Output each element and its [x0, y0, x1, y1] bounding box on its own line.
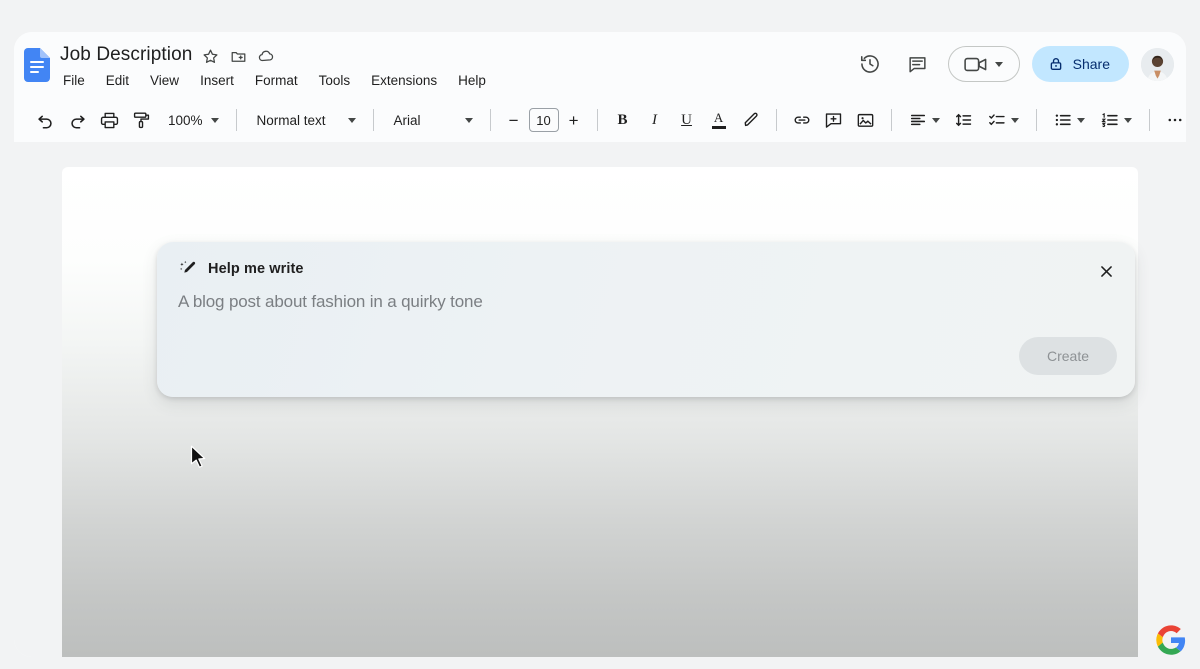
line-spacing-icon[interactable] — [949, 105, 979, 135]
checklist-icon[interactable] — [981, 105, 1026, 135]
divider — [1035, 109, 1037, 131]
underline-button[interactable]: U — [672, 105, 702, 135]
highlight-pen-icon[interactable] — [736, 105, 766, 135]
font-size-input[interactable]: 10 — [528, 108, 559, 132]
font-family-selector[interactable]: Arial — [384, 105, 480, 135]
menu-bar: File Edit View Insert Format Tools Exten… — [60, 70, 488, 92]
text-color-label: A — [713, 110, 724, 125]
zoom-value: 100% — [168, 112, 203, 128]
document-page[interactable]: Help me write Create — [62, 167, 1138, 657]
paragraph-style-selector[interactable]: Normal text — [247, 105, 363, 135]
menu-item-view[interactable]: View — [148, 71, 181, 91]
help-me-write-card: Help me write Create — [157, 242, 1135, 397]
menu-item-help[interactable]: Help — [456, 71, 488, 91]
screen: Job Description File Edit View Insert Fo… — [0, 0, 1200, 669]
menu-item-format[interactable]: Format — [253, 71, 300, 91]
underline-label: U — [681, 111, 692, 128]
mouse-cursor — [190, 445, 210, 471]
close-icon[interactable] — [1091, 256, 1121, 286]
divider — [372, 109, 374, 131]
menu-item-file[interactable]: File — [61, 71, 87, 91]
app-header: Job Description File Edit View Insert Fo… — [14, 32, 1186, 98]
create-button[interactable]: Create — [1018, 337, 1117, 375]
share-label: Share — [1072, 56, 1110, 72]
divider — [235, 109, 237, 131]
help-me-write-label: Help me write — [208, 261, 304, 277]
chevron-down-icon[interactable] — [1076, 117, 1085, 123]
divider — [489, 109, 491, 131]
chevron-down-icon[interactable] — [1010, 117, 1019, 123]
undo-icon[interactable] — [30, 105, 60, 135]
divider — [890, 109, 892, 131]
print-icon[interactable] — [94, 105, 124, 135]
chevron-down-icon[interactable] — [210, 117, 219, 123]
insert-link-icon[interactable] — [787, 105, 817, 135]
insert-image-icon[interactable] — [851, 105, 881, 135]
numbered-list-icon[interactable] — [1094, 105, 1139, 135]
share-button[interactable]: Share — [1031, 46, 1129, 82]
title-row: Job Description — [60, 42, 488, 68]
chevron-down-icon[interactable] — [995, 61, 1004, 67]
page-title[interactable]: Job Description — [60, 44, 192, 66]
chevron-down-icon[interactable] — [347, 117, 356, 123]
more-options-icon[interactable] — [1160, 105, 1186, 135]
paragraph-style-value: Normal text — [256, 112, 326, 128]
divider — [775, 109, 777, 131]
decrease-font-size-button[interactable]: − — [501, 107, 527, 133]
magic-pen-icon — [179, 260, 197, 278]
add-comment-icon[interactable] — [819, 105, 849, 135]
font-family-value: Arial — [393, 112, 421, 128]
bold-label: B — [617, 111, 628, 128]
google-g-logo — [1156, 625, 1186, 655]
docs-file-icon[interactable] — [24, 48, 50, 82]
formatting-toolbar: 100% Normal text Arial − 10 + B I U A — [14, 98, 1186, 142]
help-me-write-header: Help me write — [179, 260, 304, 278]
text-color-button[interactable]: A — [704, 105, 734, 135]
menu-item-extensions[interactable]: Extensions — [369, 71, 439, 91]
italic-label: I — [652, 111, 658, 128]
header-actions: Share — [852, 40, 1174, 88]
user-avatar[interactable] — [1141, 47, 1174, 81]
star-icon[interactable] — [201, 47, 220, 66]
bulleted-list-icon[interactable] — [1047, 105, 1092, 135]
paint-format-icon[interactable] — [126, 105, 156, 135]
chevron-down-icon[interactable] — [464, 117, 473, 123]
version-history-icon[interactable] — [852, 46, 888, 82]
zoom-selector[interactable]: 100% — [158, 105, 226, 135]
prompt-input[interactable] — [178, 292, 1058, 312]
align-left-icon[interactable] — [902, 105, 947, 135]
bold-button[interactable]: B — [608, 105, 638, 135]
title-and-menu: Job Description File Edit View Insert Fo… — [60, 42, 488, 92]
text-color-swatch — [711, 126, 726, 129]
increase-font-size-button[interactable]: + — [561, 107, 587, 133]
cloud-saved-icon[interactable] — [257, 47, 276, 66]
menu-item-insert[interactable]: Insert — [198, 71, 236, 91]
move-to-folder-icon[interactable] — [229, 47, 248, 66]
divider — [596, 109, 598, 131]
chevron-down-icon[interactable] — [931, 117, 940, 123]
redo-icon[interactable] — [62, 105, 92, 135]
font-size-stepper: − 10 + — [501, 107, 587, 133]
divider — [1148, 109, 1150, 131]
start-meeting-button[interactable] — [947, 46, 1020, 82]
document-canvas: Help me write Create — [14, 142, 1186, 657]
comment-history-icon[interactable] — [900, 46, 936, 82]
menu-item-tools[interactable]: Tools — [317, 71, 353, 91]
docs-window: Job Description File Edit View Insert Fo… — [14, 32, 1186, 657]
italic-button[interactable]: I — [640, 105, 670, 135]
chevron-down-icon[interactable] — [1123, 117, 1132, 123]
menu-item-edit[interactable]: Edit — [104, 71, 131, 91]
